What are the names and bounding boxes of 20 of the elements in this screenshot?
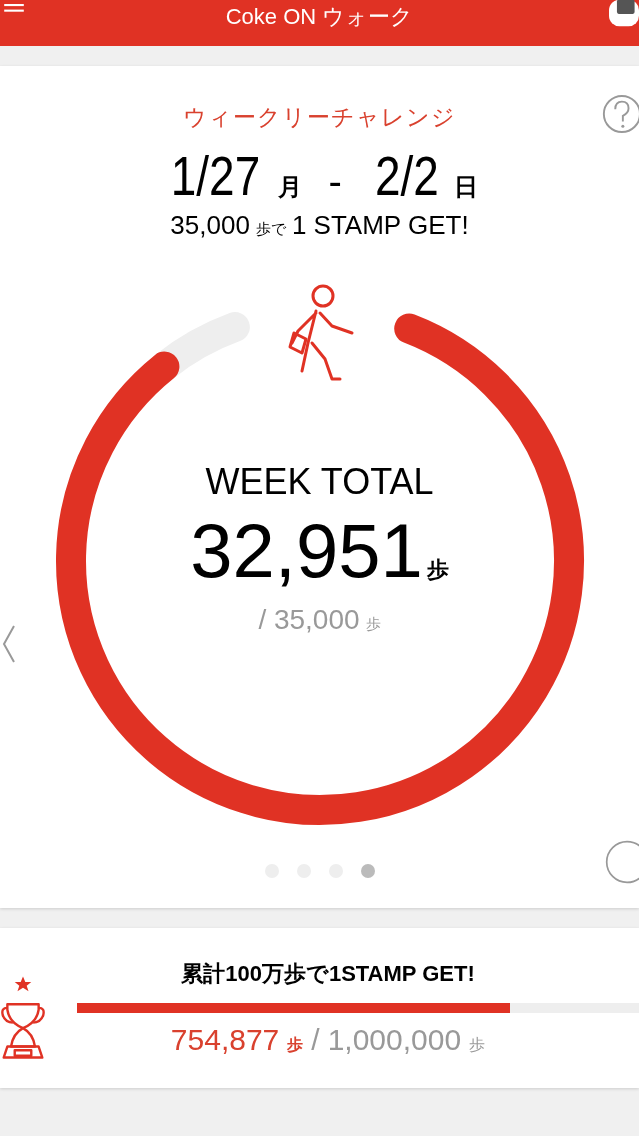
step-unit: 歩 — [469, 1035, 486, 1055]
step-unit: 歩 — [287, 1035, 304, 1055]
goal-reward: 1 STAMP GET! — [291, 210, 469, 241]
page-dot[interactable] — [360, 864, 375, 878]
cumulative-steps: 754,877 — [170, 1023, 280, 1057]
weekday-label: 月 — [278, 172, 303, 202]
goal-steps: 35,000 — [170, 210, 250, 241]
checkbox-icon[interactable] — [609, 0, 639, 28]
help-icon[interactable] — [601, 92, 639, 136]
cumulative-target: 1,000,000 — [327, 1023, 462, 1057]
goal-unit: 歩で — [255, 220, 286, 239]
separator: / — [311, 1023, 320, 1057]
app-title: Coke ON ウォーク — [225, 3, 414, 31]
cumulative-goal-title: 累計100万歩で1STAMP GET! — [181, 960, 475, 988]
start-date: 1/27 — [171, 143, 261, 208]
challenge-title: ウィークリーチャレンジ — [183, 103, 456, 132]
trophy-icon — [0, 975, 46, 1061]
date-separator: - — [328, 159, 342, 204]
end-date: 2/2 — [374, 143, 439, 208]
weekday-label: 日 — [453, 172, 478, 202]
